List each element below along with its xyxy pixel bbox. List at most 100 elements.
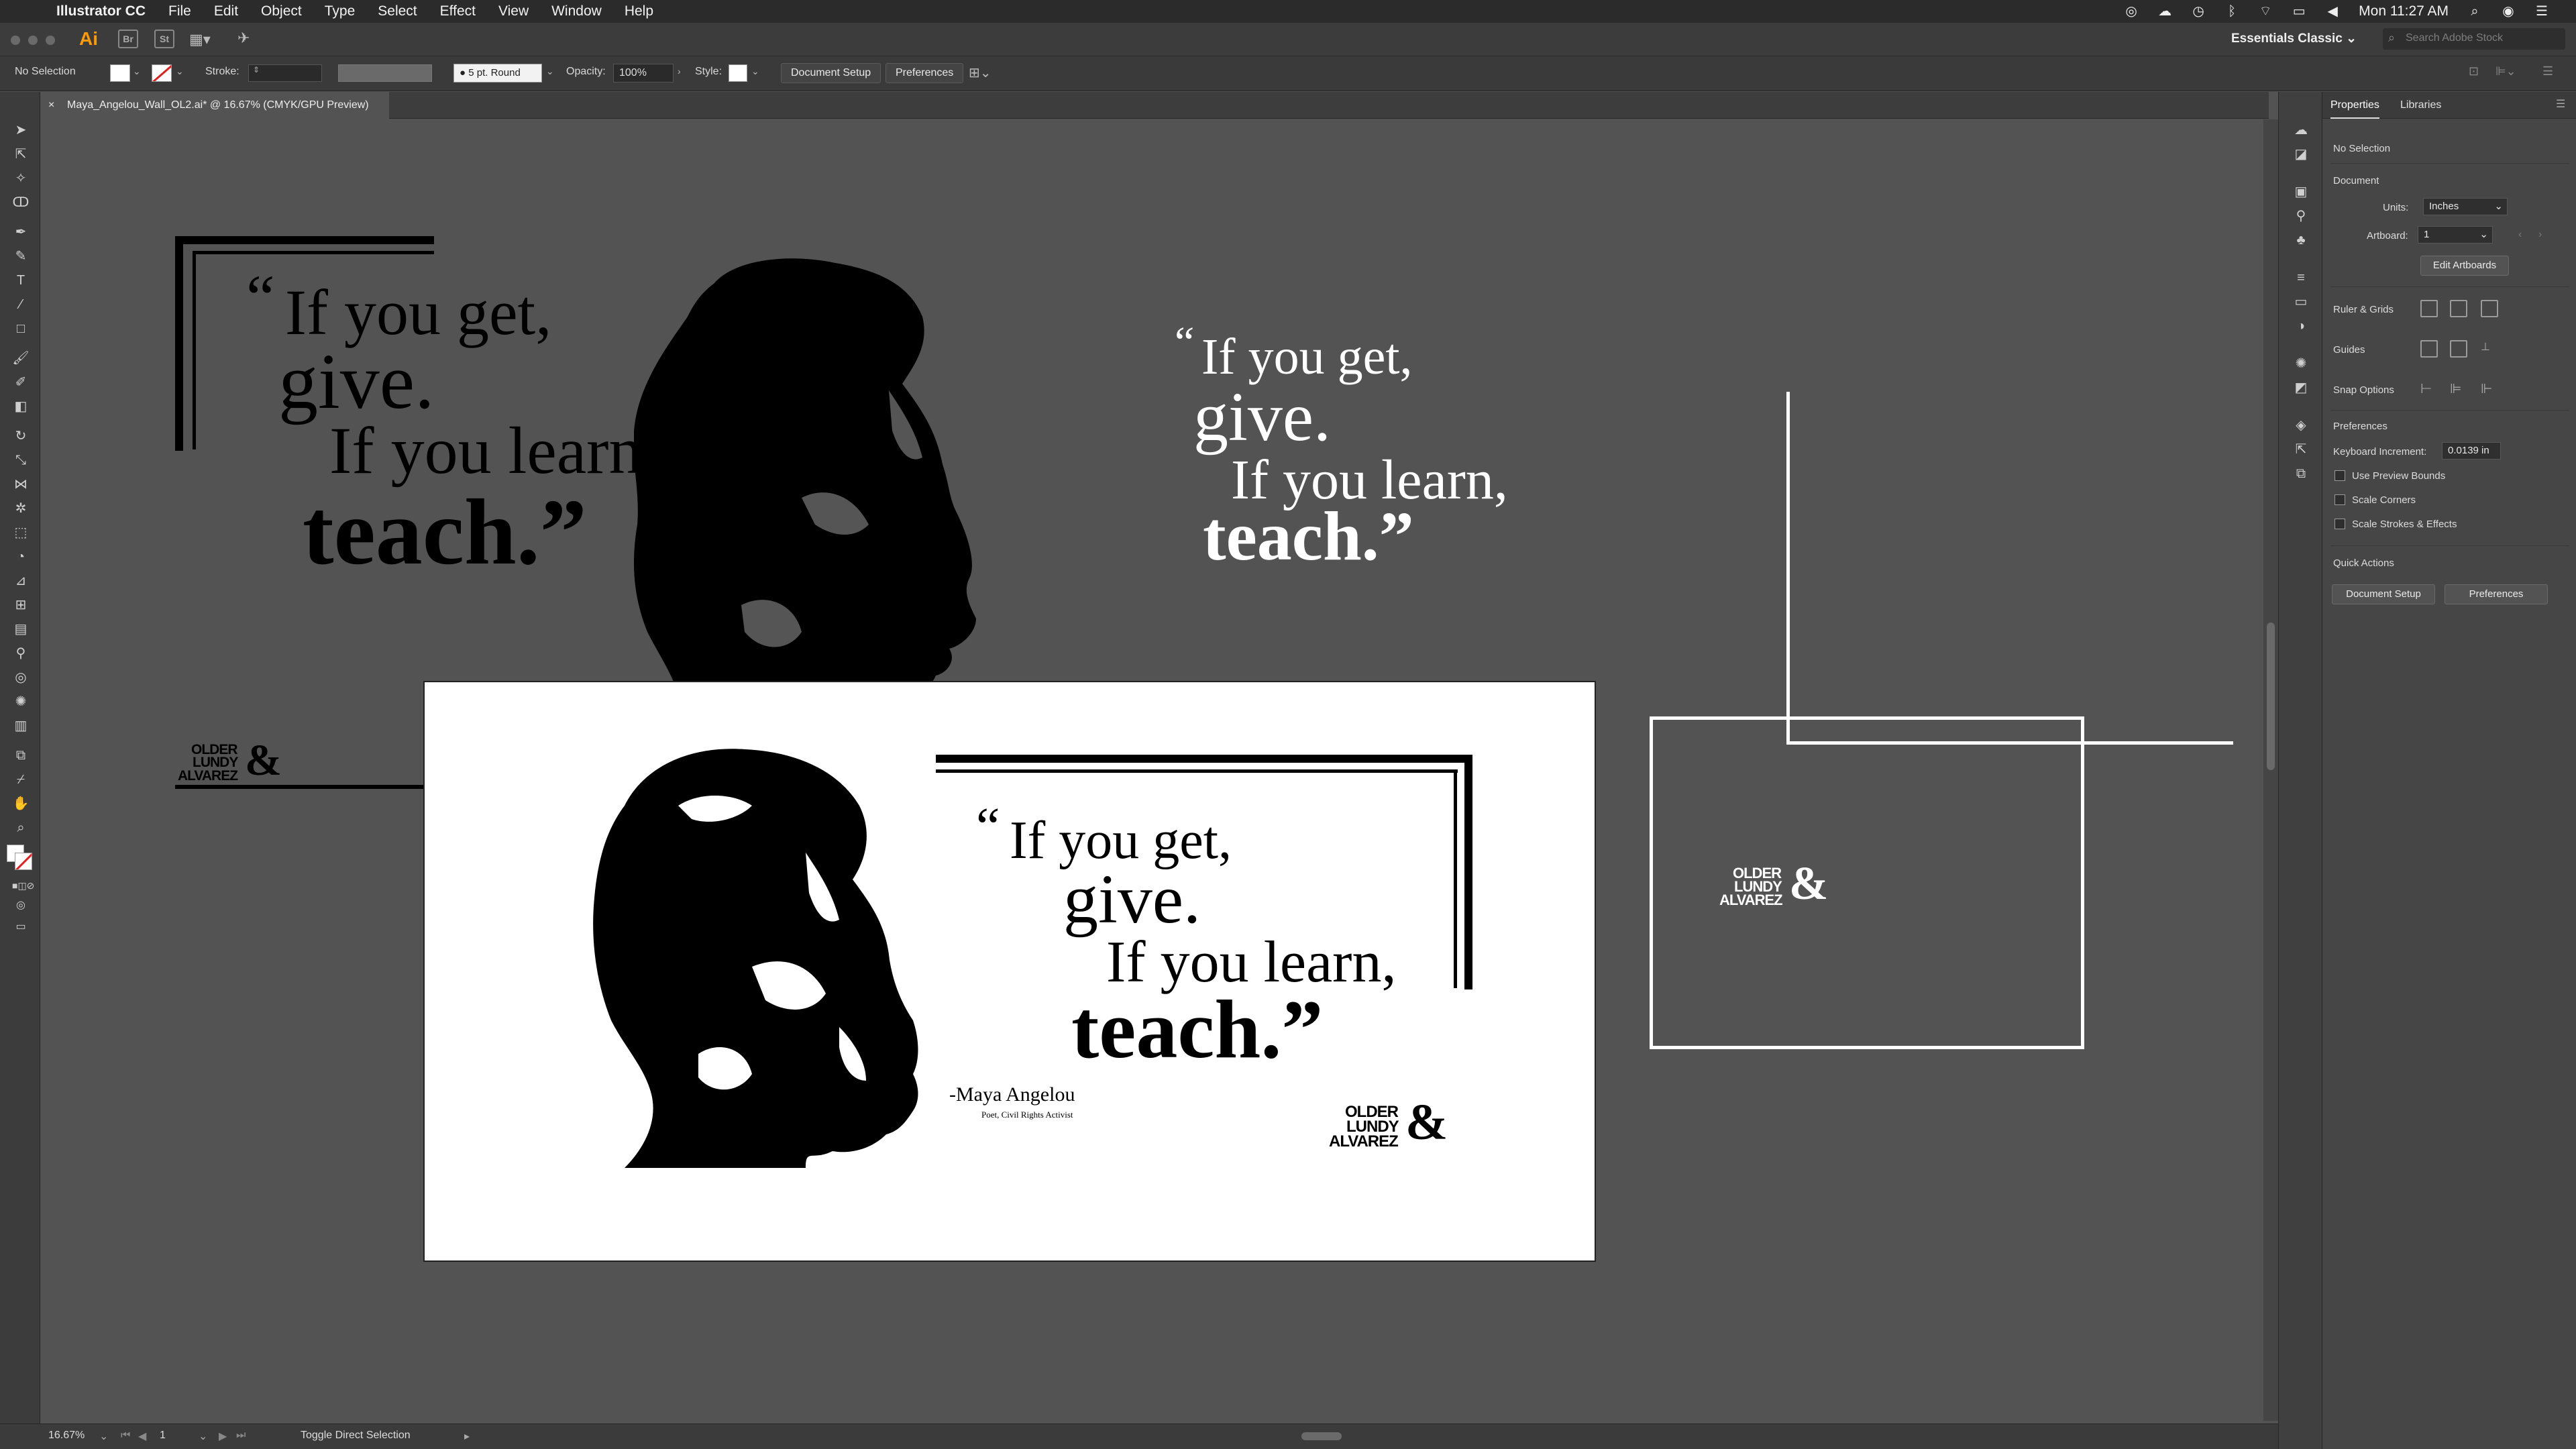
curvature-tool-icon[interactable]: ✎ <box>12 248 30 265</box>
preferences-button[interactable]: Preferences <box>885 63 964 83</box>
eyedropper-tool-icon[interactable]: ⚲ <box>12 645 30 662</box>
tab-properties[interactable]: Properties <box>2330 92 2379 119</box>
rulers-icon[interactable] <box>2420 300 2438 317</box>
style-dropdown-icon[interactable]: ⌄ <box>751 66 759 77</box>
snap-to-point-icon[interactable]: ⊢ <box>2420 380 2438 398</box>
draw-mode-icon[interactable]: ◎ <box>12 897 30 914</box>
fill-stroke-widget[interactable] <box>7 845 35 871</box>
minimize-window-button[interactable] <box>28 36 38 45</box>
creative-cloud-icon[interactable]: ◎ <box>2124 5 2139 18</box>
quick-preferences-button[interactable]: Preferences <box>2445 584 2548 604</box>
snap-to-grid-icon[interactable]: ⊫ <box>2450 380 2467 398</box>
direct-selection-tool-icon[interactable]: ⇱ <box>12 146 30 163</box>
menu-object[interactable]: Object <box>261 3 302 19</box>
grid-icon[interactable] <box>2450 300 2467 317</box>
menu-effect[interactable]: Effect <box>440 3 476 19</box>
brush-dropdown-icon[interactable]: ⌄ <box>546 66 554 77</box>
menu-select[interactable]: Select <box>378 3 417 19</box>
wifi-icon[interactable]: ⌔ <box>2258 5 2273 18</box>
close-window-button[interactable] <box>11 36 20 45</box>
pen-tool-icon[interactable]: ✒ <box>12 223 30 241</box>
menu-window[interactable]: Window <box>551 3 602 19</box>
zoom-field[interactable]: 16.67% <box>48 1430 85 1442</box>
artboard-next-icon[interactable]: › <box>2538 229 2542 241</box>
vertical-scrollbar[interactable] <box>2263 119 2278 1421</box>
status-arrow-icon[interactable]: ▸ <box>464 1430 470 1443</box>
clock[interactable]: Mon 11:27 AM <box>2359 3 2449 19</box>
brushes-icon[interactable]: ⚲ <box>2292 207 2310 225</box>
libraries-icon[interactable]: ☁ <box>2292 121 2310 139</box>
artboard-prev-icon[interactable]: ‹ <box>2518 229 2522 241</box>
menu-edit[interactable]: Edit <box>214 3 238 19</box>
artboard-nav-prev-icon[interactable]: ◀ <box>138 1430 146 1443</box>
menu-view[interactable]: View <box>498 3 529 19</box>
time-machine-icon[interactable]: ◷ <box>2191 5 2206 18</box>
artboard-nav-first-icon[interactable]: ⏮ <box>121 1430 130 1442</box>
document-tab[interactable]: × Maya_Angelou_Wall_OL2.ai* @ 16.67% (CM… <box>40 92 389 119</box>
zoom-tool-icon[interactable]: ⌕ <box>12 819 30 837</box>
artboard-select[interactable]: 1 ⌄ <box>2418 226 2493 244</box>
transparency-grid-icon[interactable] <box>2481 300 2498 317</box>
artboard-nav-next-icon[interactable]: ▶ <box>219 1430 227 1443</box>
zoom-window-button[interactable] <box>46 36 55 45</box>
menu-file[interactable]: File <box>168 3 191 19</box>
hand-tool-icon[interactable]: ✋ <box>12 795 30 812</box>
artboard-number-field[interactable]: 1 <box>160 1430 166 1442</box>
spotlight-icon[interactable]: ⌕ <box>2467 5 2482 18</box>
show-guides-icon[interactable] <box>2420 340 2438 358</box>
variable-width-profile[interactable] <box>338 64 432 82</box>
selection-tool-icon[interactable]: ➤ <box>12 121 30 139</box>
layers-icon[interactable]: ◈ <box>2292 417 2310 434</box>
graphic-style-swatch[interactable] <box>729 64 747 82</box>
artboard-tool-icon[interactable]: ⧉ <box>12 747 30 764</box>
width-tool-icon[interactable]: ⋈ <box>12 476 30 493</box>
opacity-field[interactable]: 100% <box>613 64 674 83</box>
artboards-panel-icon[interactable]: ⧉ <box>2292 465 2310 482</box>
symbols-icon[interactable]: ♣ <box>2292 231 2310 249</box>
tab-libraries[interactable]: Libraries <box>2400 92 2441 119</box>
edit-artboards-button[interactable]: Edit Artboards <box>2420 256 2509 276</box>
workspace-switcher[interactable]: Essentials Classic ⌄ <box>2231 31 2357 46</box>
document-setup-button[interactable]: Document Setup <box>781 63 881 83</box>
use-preview-bounds-checkbox[interactable] <box>2334 470 2345 481</box>
lock-guides-icon[interactable] <box>2450 340 2467 358</box>
smart-guides-icon[interactable]: ⊥ <box>2481 340 2498 358</box>
stock-icon[interactable]: St <box>154 30 174 48</box>
scale-tool-icon[interactable]: ⤡ <box>12 451 30 469</box>
artwork-white-quote[interactable]: “ If you get, give. If you learn, teach.… <box>1175 321 1604 589</box>
stroke-panel-icon[interactable]: ≡ <box>2292 269 2310 286</box>
artboard-nav-last-icon[interactable]: ⏭ <box>236 1430 246 1442</box>
paintbrush-tool-icon[interactable]: 🖌 <box>12 350 30 367</box>
type-tool-icon[interactable]: T <box>12 272 30 289</box>
mesh-tool-icon[interactable]: ⊞ <box>12 596 30 614</box>
shape-builder-tool-icon[interactable]: ◔ <box>12 548 30 566</box>
gradient-panel-icon[interactable]: ▭ <box>2292 293 2310 311</box>
stroke-stepper[interactable]: ⇕ <box>248 64 322 82</box>
brush-definition[interactable]: ● 5 pt. Round <box>453 64 542 83</box>
properties-panel-icon[interactable]: ◪ <box>2292 146 2310 163</box>
opacity-arrow-icon[interactable]: › <box>678 66 681 76</box>
perspective-grid-tool-icon[interactable]: ⊿ <box>12 572 30 590</box>
scale-corners-checkbox[interactable] <box>2334 494 2345 505</box>
siri-icon[interactable]: ◉ <box>2501 5 2516 18</box>
graph-tool-icon[interactable]: ▥ <box>12 717 30 735</box>
horizontal-scroll-thumb[interactable] <box>1301 1432 1342 1440</box>
airplay-icon[interactable]: ▭ <box>2292 5 2306 18</box>
artboard-white[interactable]: “ If you get, give. If you learn, teach.… <box>423 681 1596 1262</box>
artwork-white-frame[interactable]: OLDER LUNDY ALVAREZ & <box>1604 274 2241 1052</box>
asset-export-icon[interactable]: ⇱ <box>2292 441 2310 458</box>
blend-tool-icon[interactable]: ◎ <box>12 669 30 686</box>
rotate-tool-icon[interactable]: ↻ <box>12 427 30 445</box>
artboard-canvas[interactable]: “ If you get, give. If you learn, teach.… <box>41 119 2263 1421</box>
horizontal-scrollbar[interactable] <box>483 1430 2254 1443</box>
line-tool-icon[interactable]: ⁄ <box>12 296 30 313</box>
transparency-panel-icon[interactable]: ◑ <box>2292 317 2310 335</box>
bridge-icon[interactable]: Br <box>118 30 138 48</box>
image-trace-icon[interactable]: ▣ <box>2292 183 2310 201</box>
slice-tool-icon[interactable]: ⌿ <box>12 771 30 788</box>
eraser-tool-icon[interactable]: ◧ <box>12 398 30 415</box>
rectangle-tool-icon[interactable]: □ <box>12 320 30 337</box>
panel-menu-icon[interactable]: ⊡ <box>2469 64 2479 78</box>
free-transform-tool-icon[interactable]: ⬚ <box>12 524 30 541</box>
menu-help[interactable]: Help <box>625 3 653 19</box>
